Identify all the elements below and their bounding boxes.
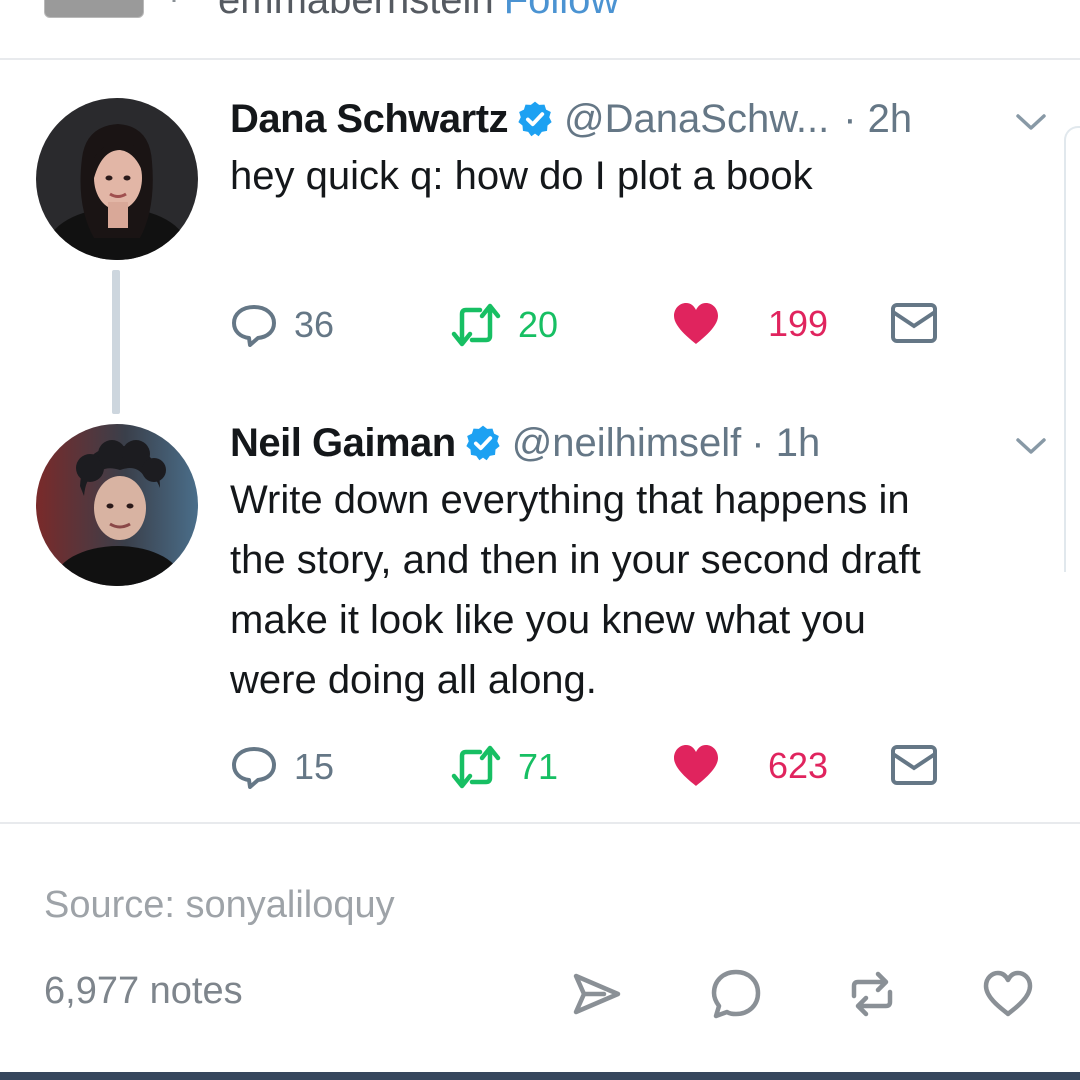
blog-avatar[interactable] [44, 0, 144, 18]
retweet-icon [451, 303, 501, 347]
chevron-down-icon[interactable] [1014, 436, 1048, 456]
retweet-icon [451, 745, 501, 789]
thread-connector [112, 270, 120, 414]
like-count: 623 [768, 745, 829, 786]
author-name[interactable]: Dana Schwartz [230, 96, 509, 142]
tweet-time[interactable]: · 1h [751, 420, 820, 466]
comment-bubble-icon[interactable] [708, 966, 764, 1022]
heart-outline-icon[interactable] [980, 966, 1036, 1022]
chevron-down-icon[interactable] [1014, 112, 1048, 132]
tweet-actions: 36 20 199 [230, 302, 950, 350]
reply-action[interactable]: 15 [230, 744, 334, 790]
tweet-actions: 15 71 623 [230, 744, 950, 792]
tweet-text: Write down everything that happens in th… [230, 470, 1030, 710]
dm-action[interactable] [890, 744, 938, 786]
reblog-small-icon [172, 0, 176, 2]
author-handle[interactable]: @neilhimself [512, 420, 742, 466]
avatar-neil[interactable] [36, 424, 198, 586]
tweet-text-line: make it look like you knew what you [230, 598, 866, 642]
like-action[interactable]: 623 [672, 744, 828, 788]
reblog-line: emmabernstein Follow [218, 0, 619, 22]
tumblr-bottom-bar [0, 1072, 1080, 1080]
envelope-icon [891, 303, 937, 343]
divider [0, 822, 1080, 824]
tweet-text-line: the story, and then in your second draft [230, 538, 921, 582]
reblog-icon[interactable] [844, 966, 900, 1022]
like-action[interactable]: 199 [672, 302, 828, 346]
retweet-action[interactable]: 71 [450, 744, 558, 790]
avatar-dana[interactable] [36, 98, 198, 260]
reply-bubble-icon [232, 747, 276, 789]
reply-count: 15 [294, 746, 335, 787]
reply-count: 36 [294, 304, 335, 345]
verified-badge-icon [466, 425, 500, 461]
adjacent-card-edge [1064, 126, 1080, 572]
like-count: 199 [768, 303, 829, 344]
verified-badge-icon [518, 101, 552, 137]
author-name[interactable]: Neil Gaiman [230, 420, 456, 466]
retweet-count: 20 [518, 304, 559, 345]
reply-action[interactable]: 36 [230, 302, 334, 348]
tweet-text-line: Write down everything that happens in [230, 478, 910, 522]
tweet-text-line: were doing all along. [230, 658, 597, 702]
paper-plane-icon[interactable] [568, 966, 624, 1022]
tweet-text: hey quick q: how do I plot a book [230, 154, 813, 198]
source-link[interactable]: Source: sonyaliloquy [44, 884, 395, 927]
follow-button[interactable]: Follow [504, 0, 620, 22]
reblog-header: emmabernstein Follow [0, 0, 1080, 60]
tweet-header: Neil Gaiman @neilhimself · 1h [230, 420, 820, 466]
reply-bubble-icon [232, 305, 276, 347]
heart-icon [674, 745, 718, 786]
tweet-header: Dana Schwartz @DanaSchw... · 2h [230, 96, 912, 142]
envelope-icon [891, 745, 937, 785]
notes-count[interactable]: 6,977 notes [44, 970, 243, 1013]
reblogged-from-user[interactable]: emmabernstein [218, 0, 494, 22]
tweet-time[interactable]: · 2h [843, 96, 912, 142]
retweet-action[interactable]: 20 [450, 302, 558, 348]
retweet-count: 71 [518, 746, 559, 787]
divider [0, 58, 1080, 60]
heart-icon [674, 303, 718, 344]
dm-action[interactable] [890, 302, 938, 344]
author-handle[interactable]: @DanaSchw... [564, 96, 829, 142]
